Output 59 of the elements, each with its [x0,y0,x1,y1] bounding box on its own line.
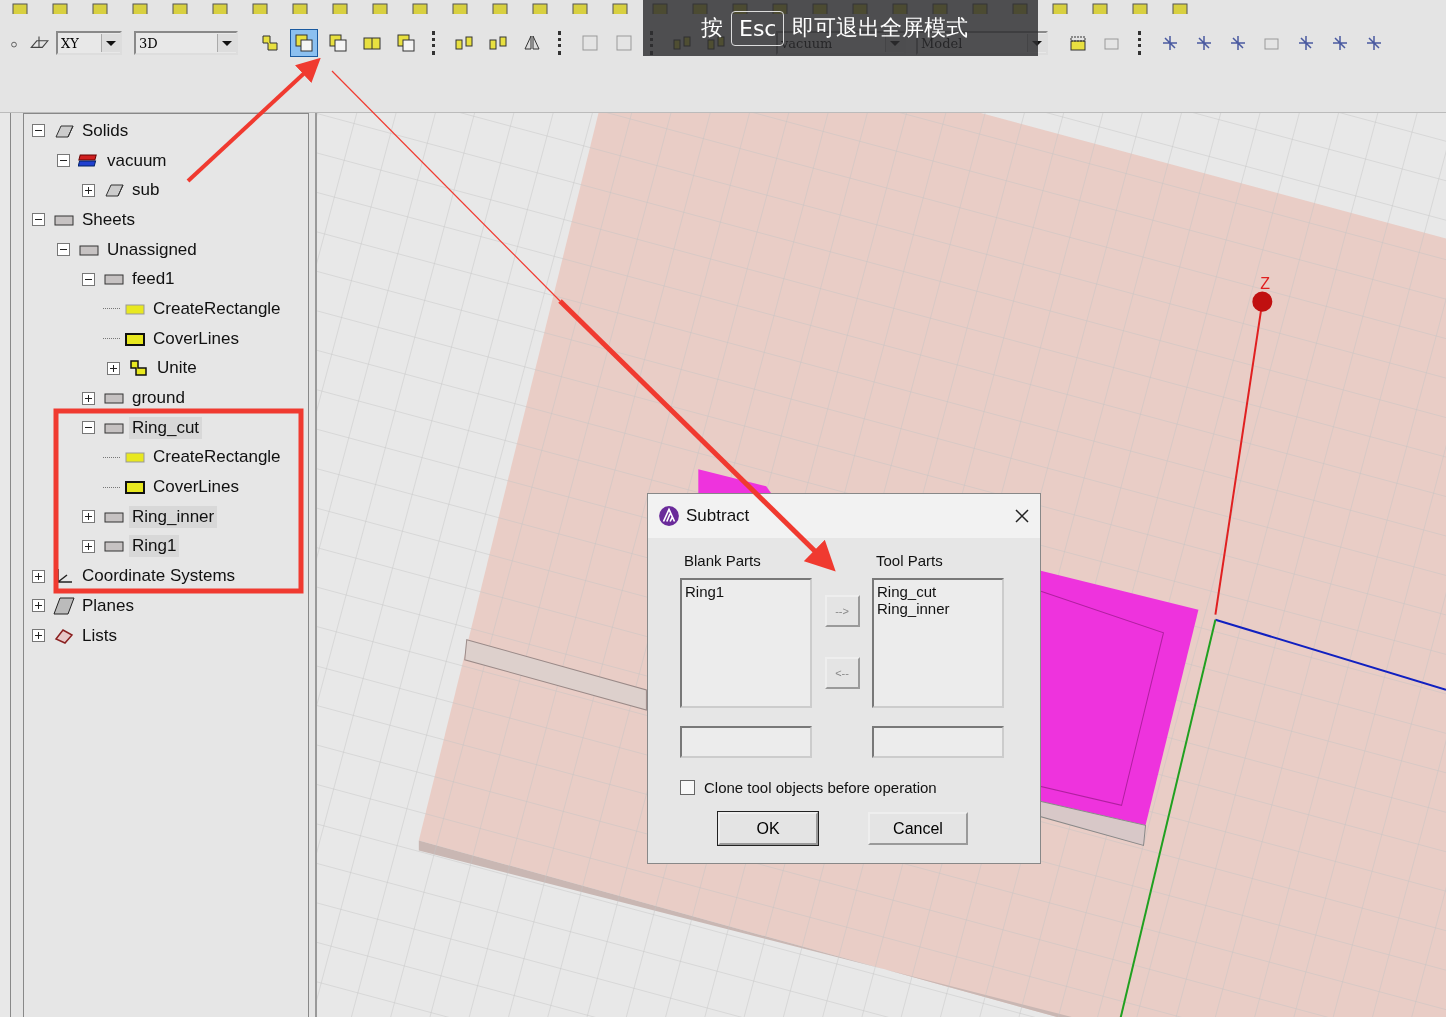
esc-key: Esc [731,10,785,46]
framed-rectangle-icon [124,478,146,497]
close-icon[interactable] [1014,508,1030,524]
app-icon [658,505,680,527]
tool-parts-field[interactable] [872,726,1004,758]
tree-item[interactable]: Ring_inner [129,505,218,528]
tree-item[interactable]: sub [129,179,163,202]
tree-item[interactable]: CreateRectangle [150,297,284,320]
cancel-button[interactable]: Cancel [868,812,968,845]
expand-toggle[interactable] [82,539,95,553]
clone-label: Clone tool objects before operation [704,779,937,796]
collapse-toggle[interactable] [57,154,70,168]
collapse-toggle[interactable] [32,124,45,138]
tree-item[interactable]: ground [129,387,188,410]
tool-parts-label: Tool Parts [876,552,944,571]
clone-checkbox[interactable] [680,780,695,795]
block-icon [103,181,125,200]
ok-button[interactable]: OK [718,812,818,845]
collapse-toggle[interactable] [32,213,45,227]
expand-toggle[interactable] [107,361,120,375]
notice-text: 按 [701,14,723,42]
blank-parts-field[interactable] [680,726,812,758]
tree-item[interactable]: Sheets [79,208,138,231]
tree-item[interactable]: Ring1 [129,535,180,558]
expand-toggle[interactable] [32,599,45,613]
list-icon [53,626,75,645]
collapse-toggle[interactable] [57,243,70,257]
squares-icon[interactable] [290,29,318,57]
plane-dropdown[interactable]: XY [56,31,122,55]
axis-handle[interactable] [1252,291,1273,312]
tree-item[interactable]: Planes [79,594,137,617]
expand-toggle[interactable] [82,510,95,524]
axis-label: Z [1260,274,1271,292]
tree-item[interactable]: Coordinate Systems [79,565,239,588]
list-item[interactable]: Ring_inner [877,600,999,617]
list-item[interactable]: Ring_cut [877,583,999,600]
tree-item[interactable]: Ring_cut [129,416,203,439]
expand-toggle[interactable] [32,569,45,583]
tree-item[interactable]: vacuum [104,149,170,172]
dialog-title: Subtract [686,506,751,526]
tree-item[interactable]: CoverLines [150,476,242,499]
expand-toggle[interactable] [82,183,95,197]
tree-item[interactable]: Unite [154,357,200,380]
l-shape-icon [128,359,150,378]
list-item[interactable]: Ring1 [685,583,807,600]
collapse-toggle[interactable] [82,272,95,286]
layers-icon [78,151,100,170]
tree-item[interactable]: Solids [79,119,132,142]
view-dropdown[interactable]: 3D [134,31,238,55]
tree-item[interactable]: Unassigned [104,238,200,261]
tree-item[interactable]: CoverLines [150,327,242,350]
expand-toggle[interactable] [82,391,95,405]
expand-toggle[interactable] [32,629,45,643]
blank-parts-label: Blank Parts [684,552,762,571]
tree-item[interactable]: CreateRectangle [150,446,284,469]
plane-icon [53,596,75,615]
collapse-toggle[interactable] [82,421,95,435]
tree-item[interactable]: feed1 [129,268,178,291]
tree-item[interactable]: Lists [79,624,120,647]
